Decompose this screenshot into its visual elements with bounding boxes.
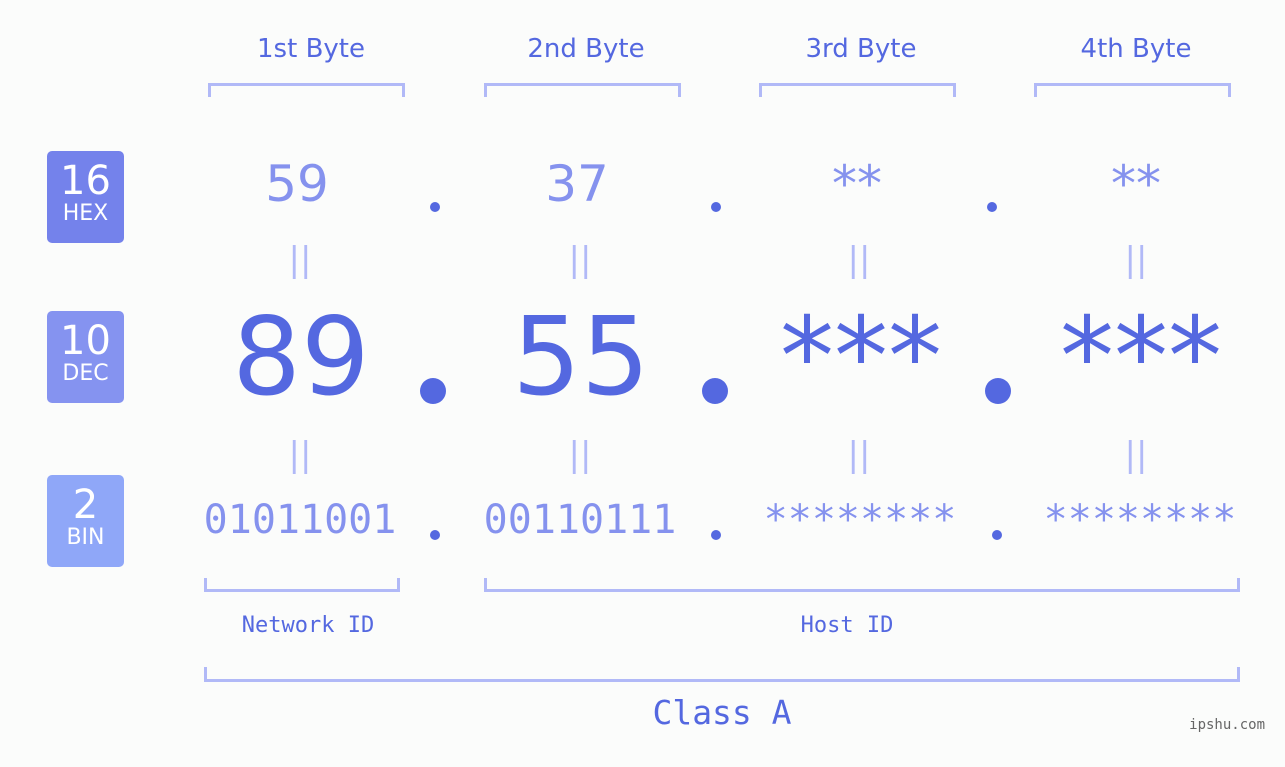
hex-base-label: HEX	[62, 201, 109, 226]
hex-base-number: 16	[60, 158, 111, 204]
network-id-bracket	[204, 578, 400, 592]
hex-byte-4: **	[1111, 155, 1161, 213]
host-id-bracket	[484, 578, 1240, 592]
dec-byte-3: ***	[780, 295, 942, 420]
byte-2-bracket	[484, 83, 681, 97]
bin-byte-1: 01011001	[203, 497, 397, 543]
dec-byte-4: ***	[1060, 295, 1222, 420]
bin-byte-2: 00110111	[483, 497, 677, 543]
bin-separator-dot	[430, 530, 440, 540]
equals-icon: ||	[1124, 240, 1148, 280]
dec-base-label: DEC	[62, 361, 109, 386]
column-header-byte-1: 1st Byte	[257, 34, 365, 64]
watermark: ipshu.com	[1189, 717, 1265, 733]
byte-3-bracket	[759, 83, 956, 97]
equals-icon: ||	[568, 435, 592, 475]
column-header-byte-4: 4th Byte	[1080, 34, 1192, 64]
bin-separator-dot	[992, 530, 1002, 540]
hex-separator-dot	[430, 202, 440, 212]
class-label: Class A	[652, 693, 792, 732]
host-id-label: Host ID	[800, 613, 894, 638]
byte-1-bracket	[208, 83, 405, 97]
dec-byte-1: 89	[232, 295, 370, 420]
bin-badge: 2 BIN	[47, 475, 124, 567]
equals-icon: ||	[1124, 435, 1148, 475]
byte-4-bracket	[1034, 83, 1231, 97]
column-header-byte-3: 3rd Byte	[805, 34, 917, 64]
class-bracket	[204, 667, 1240, 682]
bin-byte-3: ********	[763, 497, 957, 543]
equals-icon: ||	[288, 435, 312, 475]
bin-base-number: 2	[72, 482, 99, 528]
equals-icon: ||	[847, 435, 871, 475]
dec-separator-dot	[985, 378, 1011, 404]
hex-separator-dot	[711, 202, 721, 212]
dec-separator-dot	[702, 378, 728, 404]
dec-separator-dot	[420, 378, 446, 404]
network-id-label: Network ID	[241, 613, 375, 638]
hex-byte-3: **	[832, 155, 882, 213]
bin-separator-dot	[711, 530, 721, 540]
bin-base-label: BIN	[66, 525, 105, 550]
hex-separator-dot	[987, 202, 997, 212]
dec-byte-2: 55	[512, 295, 650, 420]
hex-byte-2: 37	[545, 155, 609, 213]
equals-icon: ||	[288, 240, 312, 280]
column-header-byte-2: 2nd Byte	[527, 34, 645, 64]
dec-base-number: 10	[60, 318, 111, 364]
hex-badge: 16 HEX	[47, 151, 124, 243]
bin-byte-4: ********	[1043, 497, 1237, 543]
equals-icon: ||	[568, 240, 592, 280]
dec-badge: 10 DEC	[47, 311, 124, 403]
equals-icon: ||	[847, 240, 871, 280]
hex-byte-1: 59	[265, 155, 329, 213]
